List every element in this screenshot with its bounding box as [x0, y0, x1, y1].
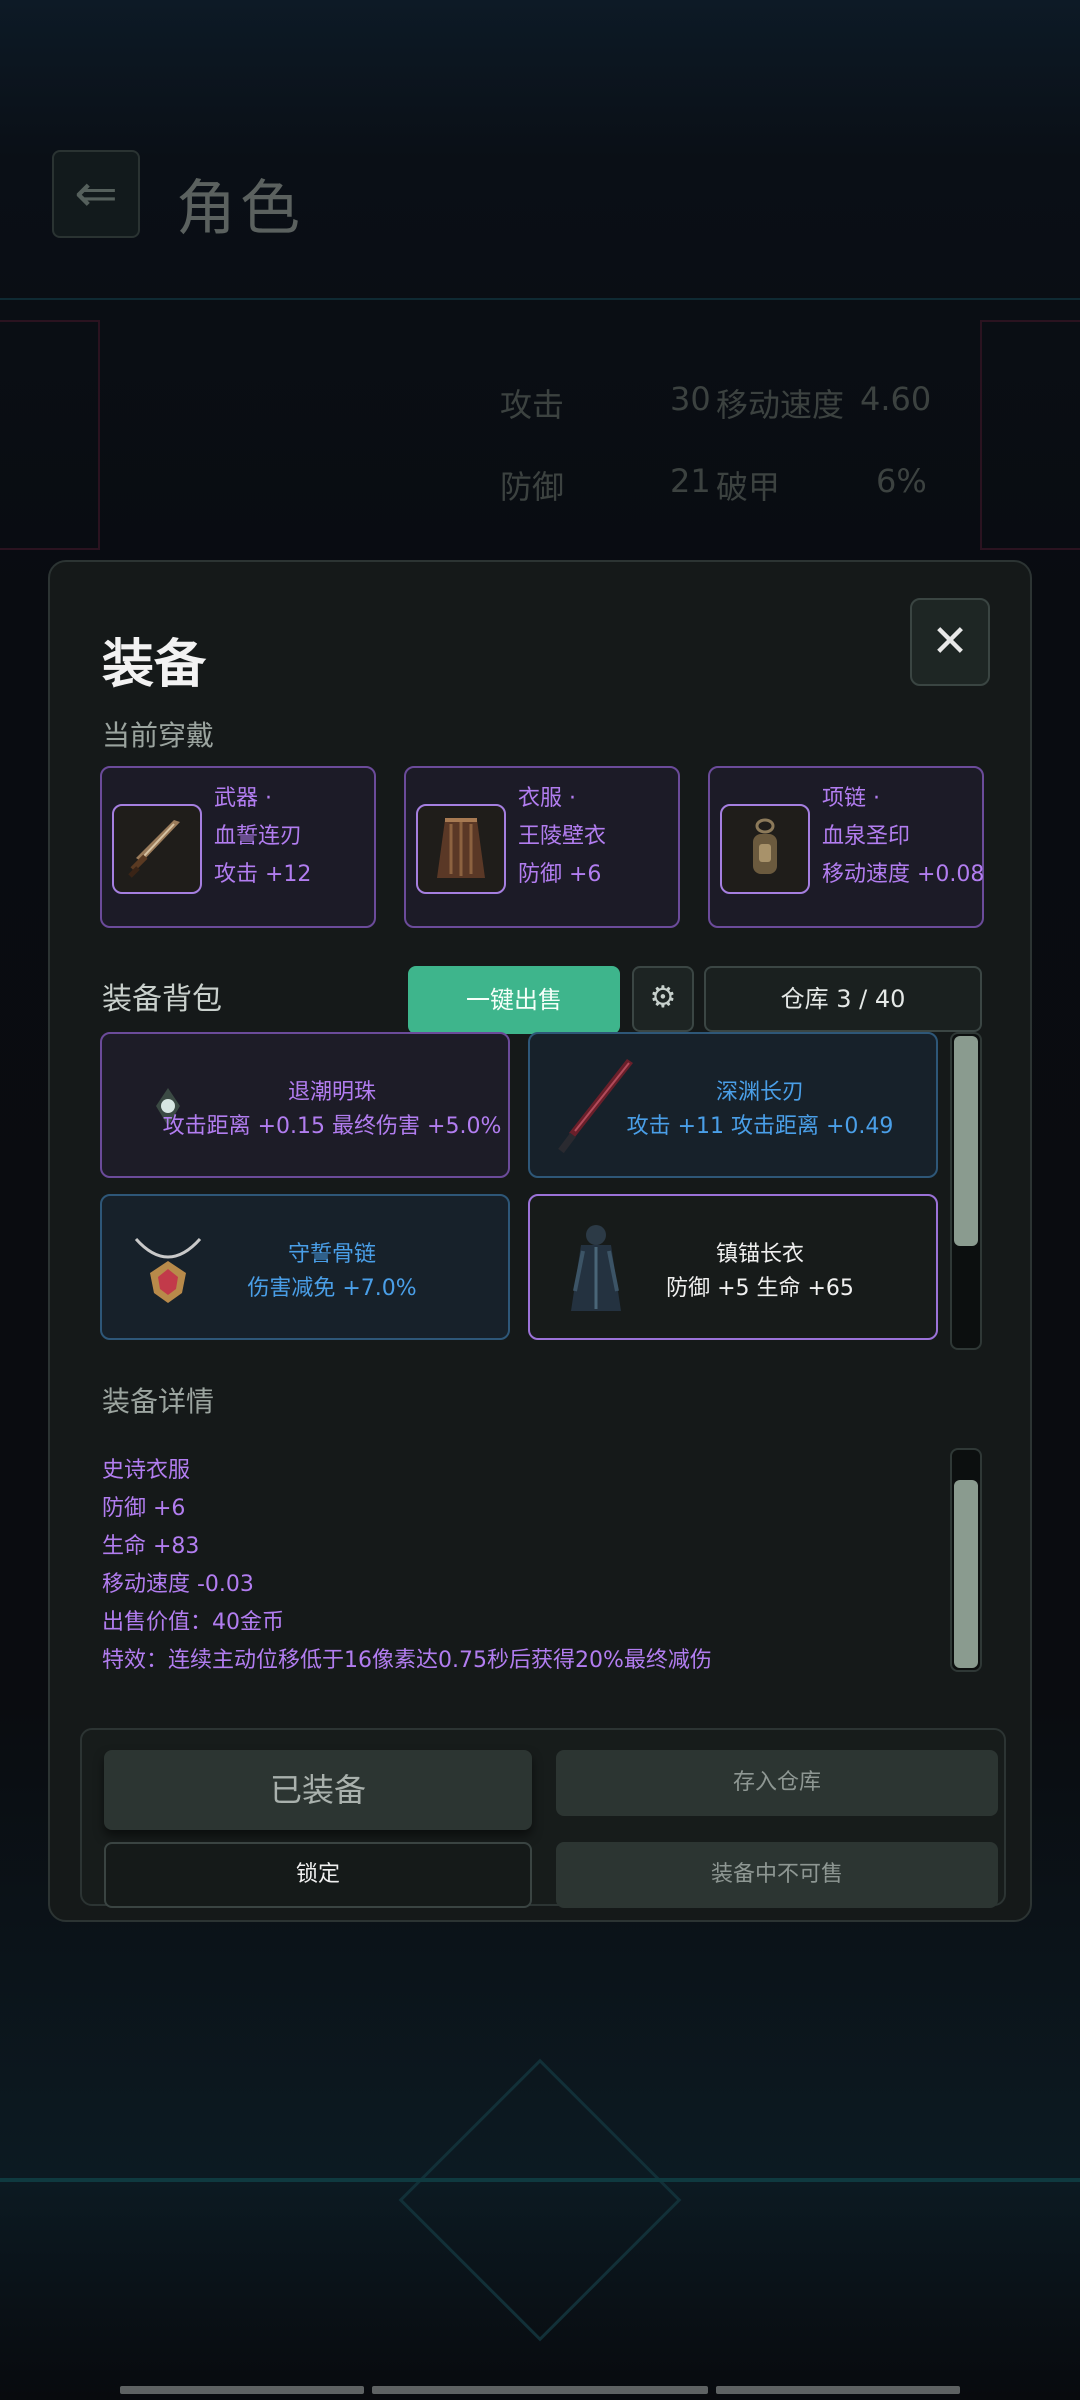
- robe-icon: [416, 804, 506, 894]
- slot-item-stat: 移动速度 +0.08: [822, 862, 985, 887]
- slot-weapon[interactable]: 武器 · 血誓连刃 攻击 +12: [100, 766, 376, 928]
- background-divider: [0, 2178, 1080, 2182]
- slot-clothing[interactable]: 衣服 · 王陵壁衣 防御 +6: [404, 766, 680, 928]
- cannot-sell-button[interactable]: 装备中不可售: [556, 1842, 998, 1908]
- slot-item-name: 血誓连刃: [214, 824, 303, 849]
- stat-label: 防御: [500, 468, 565, 506]
- nav-indicator: [120, 2386, 960, 2394]
- stat-value: 6%: [876, 462, 927, 500]
- stat-value: 4.60: [860, 380, 932, 418]
- item-stats: 攻击距离 +0.15 最终伤害 +5.0%: [162, 1114, 502, 1139]
- detail-scroll-thumb[interactable]: [954, 1480, 978, 1668]
- slot-item-name: 血泉圣印: [822, 824, 911, 849]
- storage-button[interactable]: 仓库 3 / 40: [704, 966, 982, 1032]
- bag-scrollbar[interactable]: [950, 1032, 982, 1350]
- seal-icon: [720, 804, 810, 894]
- action-panel: 已装备 存入仓库 锁定 装备中不可售: [80, 1728, 1006, 1908]
- close-button[interactable]: ✕: [910, 598, 990, 686]
- equipped-button[interactable]: 已装备: [104, 1750, 532, 1830]
- slot-item-stat: 攻击 +12: [214, 862, 312, 887]
- item-stats: 防御 +5 生命 +65: [666, 1276, 854, 1301]
- item-stats: 伤害减免 +7.0%: [247, 1276, 417, 1301]
- stat-value: 30: [670, 380, 711, 418]
- detail-scrollbar[interactable]: [950, 1448, 982, 1672]
- bag-label: 装备背包: [102, 982, 222, 1017]
- blade-icon: [546, 1054, 646, 1160]
- detail-label: 装备详情: [102, 1385, 215, 1418]
- detail-effect: 特效：连续主动位移低于16像素达0.75秒后获得20%最终减伤: [102, 1648, 712, 1673]
- background-header: [0, 0, 1080, 300]
- detail-stat: 防御 +6: [102, 1496, 186, 1521]
- equipment-modal: 装备 ✕ 当前穿戴 武器 · 血誓连刃 攻击 +12 衣服 · 王陵壁衣 防御 …: [48, 560, 1032, 1922]
- detail-stat: 生命 +83: [102, 1534, 200, 1559]
- item-name: 深渊长刃: [715, 1080, 804, 1105]
- slot-type: 衣服 ·: [518, 786, 576, 811]
- background-ornament: [398, 2058, 682, 2342]
- detail-sell-value: 出售价值：40金币: [102, 1610, 284, 1635]
- background-title: 角色: [176, 174, 304, 244]
- bag-scroll-thumb[interactable]: [954, 1036, 978, 1246]
- item-name: 镇锚长衣: [715, 1242, 804, 1267]
- back-button: ⇐: [52, 150, 140, 238]
- slot-type: 项链 ·: [822, 786, 880, 811]
- bag-item-selected[interactable]: 镇锚长衣 防御 +5 生命 +65: [528, 1194, 938, 1340]
- slot-item-name: 王陵壁衣: [518, 824, 607, 849]
- item-name: 守誓骨链: [287, 1242, 376, 1267]
- item-stats: 攻击 +11 攻击距离 +0.49: [626, 1114, 894, 1139]
- gear-icon: ⚙: [649, 980, 677, 1015]
- detail-rarity: 史诗衣服: [102, 1458, 191, 1483]
- item-name: 退潮明珠: [287, 1080, 376, 1105]
- slot-type: 武器 ·: [214, 786, 272, 811]
- modal-title: 装备: [102, 635, 207, 695]
- slot-item-stat: 防御 +6: [518, 862, 602, 887]
- close-icon: ✕: [931, 616, 969, 667]
- background-frame: [0, 320, 100, 550]
- current-equipment-label: 当前穿戴: [102, 719, 215, 752]
- stat-label: 破甲: [716, 468, 781, 506]
- store-button[interactable]: 存入仓库: [556, 1750, 998, 1816]
- bag-item[interactable]: 退潮明珠 攻击距离 +0.15 最终伤害 +5.0%: [100, 1032, 510, 1178]
- bag-item[interactable]: 守誓骨链 伤害减免 +7.0%: [100, 1194, 510, 1340]
- pearl-icon: [118, 1054, 218, 1160]
- necklace-icon: [118, 1216, 218, 1322]
- coat-icon: [546, 1216, 646, 1322]
- arrow-left-icon: ⇐: [74, 164, 118, 224]
- bag-item[interactable]: 深渊长刃 攻击 +11 攻击距离 +0.49: [528, 1032, 938, 1178]
- background-frame: [980, 320, 1080, 550]
- lock-button[interactable]: 锁定: [104, 1842, 532, 1908]
- sword-icon: [112, 804, 202, 894]
- sell-all-button[interactable]: 一键出售: [408, 966, 620, 1034]
- stat-label: 移动速度: [716, 386, 845, 424]
- settings-button[interactable]: ⚙: [632, 966, 694, 1032]
- slot-necklace[interactable]: 项链 · 血泉圣印 移动速度 +0.08: [708, 766, 984, 928]
- stat-label: 攻击: [500, 386, 565, 424]
- detail-stat: 移动速度 -0.03: [102, 1572, 254, 1597]
- stat-value: 21: [670, 462, 711, 500]
